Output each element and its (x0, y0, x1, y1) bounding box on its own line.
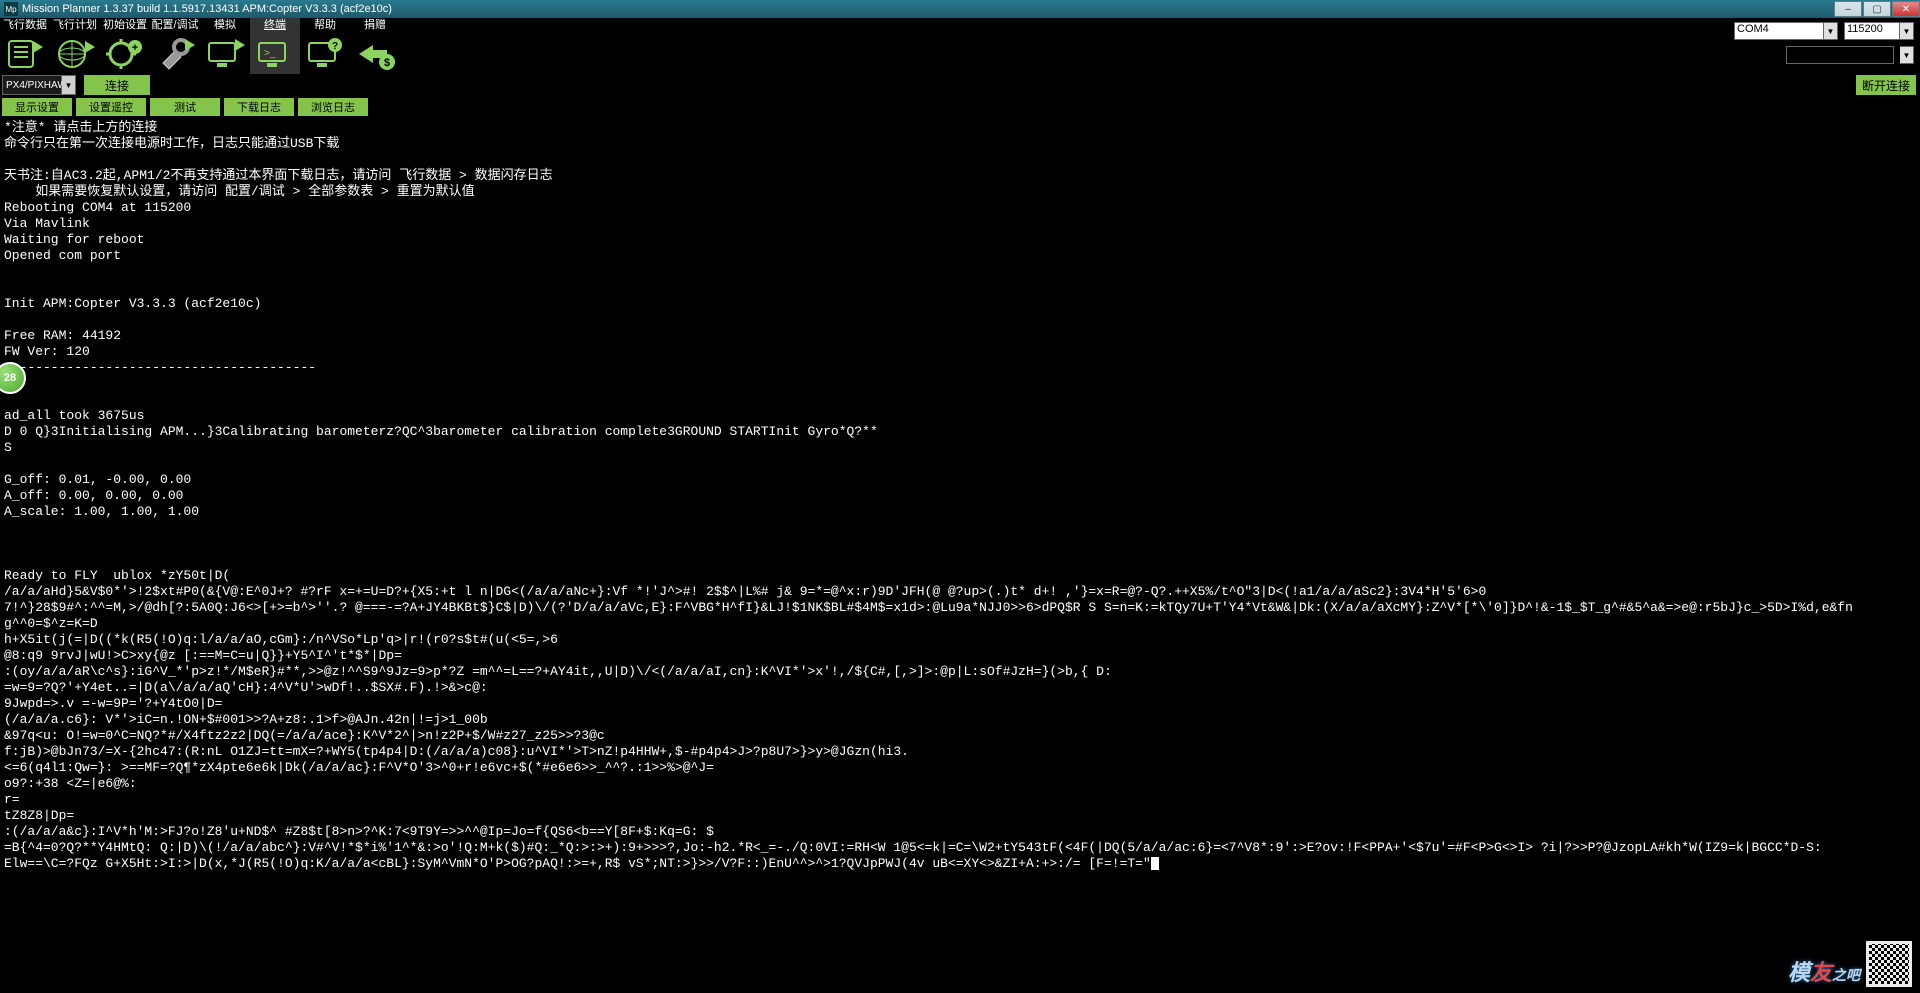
close-button[interactable]: ✕ (1892, 1, 1920, 17)
menu-help[interactable]: 帮助 ? (300, 18, 350, 74)
menu-terminal[interactable]: 终端 >_ (250, 18, 300, 74)
app-icon: Mp (4, 2, 18, 16)
chevron-down-icon[interactable]: ▼ (62, 75, 76, 95)
menu-donate[interactable]: 捐赠 $ (350, 18, 400, 74)
menu-config-tuning[interactable]: 配置/调试 (150, 18, 200, 74)
chevron-down-icon[interactable]: ▼ (1900, 46, 1914, 64)
svg-text:$: $ (384, 57, 390, 69)
disconnect-button[interactable]: 断开连接 (1856, 75, 1916, 95)
menu-flight-plan[interactable]: 飞行计划 (50, 18, 100, 74)
btn-set-radio[interactable]: 设置遥控 (76, 98, 146, 116)
qr-code-icon (1866, 941, 1912, 987)
chevron-down-icon[interactable]: ▼ (1824, 22, 1838, 40)
chevron-down-icon[interactable]: ▼ (1900, 22, 1914, 40)
menu-initial-setup[interactable]: 初始设置 + (100, 18, 150, 74)
window-title: Mission Planner 1.3.37 build 1.1.5917.13… (22, 3, 392, 15)
simulation-icon (202, 35, 248, 73)
btn-show-settings[interactable]: 显示设置 (2, 98, 72, 116)
terminal-sub-toolbar: 显示设置 设置遥控 测试 下载日志 浏览日志 (0, 96, 1920, 118)
donate-icon: $ (352, 35, 398, 73)
device-row: PX4/PIXHAWK ▼ 连接 断开连接 (0, 74, 1920, 96)
connection-controls: COM4 ▼ 115200 ▼ ▼ (1734, 18, 1920, 74)
maximize-button[interactable]: ▢ (1863, 1, 1891, 17)
help-icon: ? (302, 35, 348, 73)
btn-test[interactable]: 测试 (150, 98, 220, 116)
main-toolbar: 飞行数据 飞行计划 初始设置 + 配置/调试 模拟 终端 >_ 帮助 (0, 18, 1920, 74)
flight-plan-icon (52, 35, 98, 73)
initial-setup-icon: + (102, 35, 148, 73)
config-tuning-icon (152, 35, 198, 73)
btn-download-log[interactable]: 下载日志 (224, 98, 294, 116)
terminal-icon: >_ (252, 35, 298, 73)
svg-text:+: + (132, 42, 138, 54)
minimize-button[interactable]: – (1834, 1, 1862, 17)
terminal-output[interactable]: *注意* 请点击上方的连接 命令行只在第一次连接电源时工作，日志只能通过USB下… (0, 118, 1920, 993)
menu-flight-data[interactable]: 飞行数据 (0, 18, 50, 74)
watermark-text: 模友之吧 (1788, 955, 1860, 987)
menu-simulation[interactable]: 模拟 (200, 18, 250, 74)
svg-text:?: ? (332, 41, 338, 52)
connect-button[interactable]: 连接 (84, 75, 150, 95)
svg-text:>_: >_ (264, 48, 276, 59)
title-bar: Mp Mission Planner 1.3.37 build 1.1.5917… (0, 0, 1920, 18)
btn-browse-log[interactable]: 浏览日志 (298, 98, 368, 116)
status-bar (1786, 46, 1894, 64)
device-select[interactable]: PX4/PIXHAWK ▼ (2, 75, 76, 95)
port-select[interactable]: COM4 ▼ (1734, 22, 1838, 42)
watermark: 模友之吧 (1788, 941, 1912, 987)
flight-data-icon (2, 35, 48, 73)
extra-select[interactable]: ▼ (1900, 46, 1914, 66)
baud-select[interactable]: 115200 ▼ (1844, 22, 1914, 42)
